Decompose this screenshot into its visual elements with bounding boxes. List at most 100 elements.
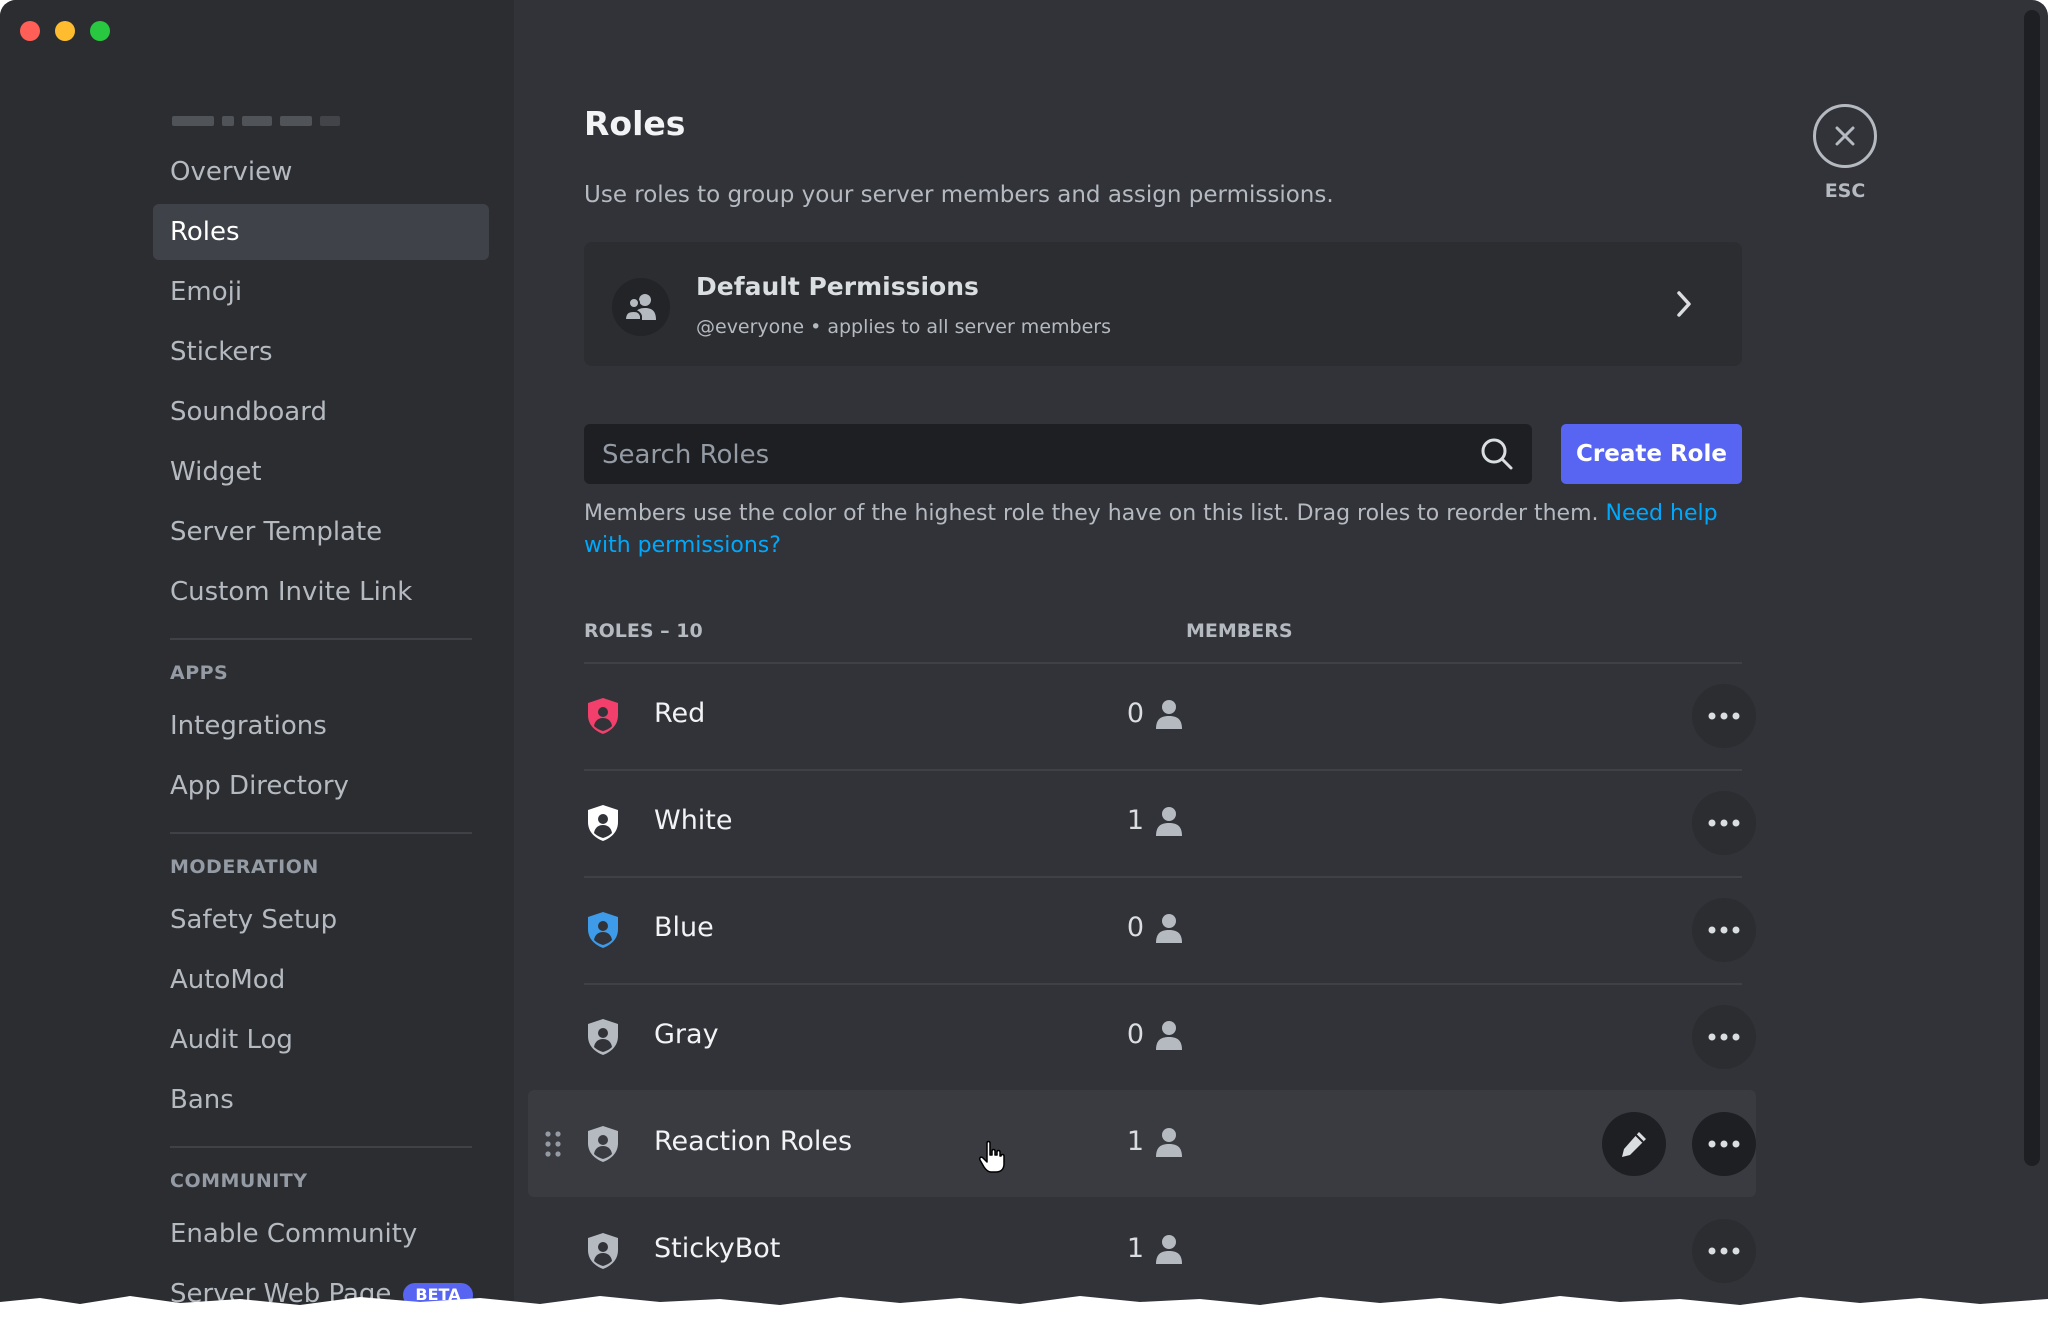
sidebar-item-audit-log[interactable]: Audit Log — [153, 1012, 489, 1068]
edit-role-button[interactable] — [1602, 1112, 1666, 1176]
sidebar-item-emoji[interactable]: Emoji — [153, 264, 489, 320]
nav-divider — [170, 1146, 472, 1148]
more-icon — [1708, 712, 1740, 720]
sidebar-item-server-template[interactable]: Server Template — [153, 504, 489, 560]
help-text: Members use the color of the highest rol… — [584, 498, 1744, 562]
help-text-body: Members use the color of the highest rol… — [584, 501, 1606, 526]
create-role-button[interactable]: Create Role — [1561, 424, 1742, 484]
server-name-redacted — [172, 116, 340, 126]
sidebar-item-safety-setup[interactable]: Safety Setup — [153, 892, 489, 948]
person-icon — [1156, 1128, 1182, 1157]
shield-icon — [588, 698, 618, 734]
member-count: 1 — [1126, 1233, 1144, 1264]
sidebar-item-automod[interactable]: AutoMod — [153, 952, 489, 1008]
role-row[interactable]: Gray 0 — [528, 983, 1756, 1090]
default-permissions-card[interactable]: Default Permissions @everyone • applies … — [584, 242, 1742, 366]
nav-header-moderation: MODERATION — [170, 856, 319, 878]
role-name: White — [654, 805, 733, 836]
role-row[interactable]: StickyBot 1 — [528, 1197, 1756, 1304]
members-column-header: MEMBERS — [1186, 620, 1293, 642]
sidebar-item-app-directory[interactable]: App Directory — [153, 758, 489, 814]
settings-nav: Overview Roles Emoji Stickers Soundboard… — [153, 144, 489, 1320]
sidebar-item-integrations[interactable]: Integrations — [153, 698, 489, 754]
role-name: StickyBot — [654, 1233, 781, 1264]
nav-divider — [170, 832, 472, 834]
page-description: Use roles to group your server members a… — [584, 182, 1334, 208]
sidebar-item-custom-invite-link[interactable]: Custom Invite Link — [153, 564, 489, 620]
role-name: Reaction Roles — [654, 1126, 853, 1157]
roles-list: Red 0 White 1 Blue 0 Gray 0 Reaction Rol… — [528, 662, 1756, 1304]
window-minimize-button[interactable] — [55, 21, 75, 41]
sidebar-item-stickers[interactable]: Stickers — [153, 324, 489, 380]
more-icon — [1708, 1033, 1740, 1041]
close-icon — [1835, 126, 1855, 146]
role-row[interactable]: Reaction Roles 1 — [528, 1090, 1756, 1197]
sidebar-item-enable-community[interactable]: Enable Community — [153, 1206, 489, 1262]
role-name: Gray — [654, 1019, 719, 1050]
hand-cursor-icon — [979, 1140, 1005, 1173]
search-icon[interactable] — [1480, 437, 1514, 471]
sidebar-item-widget[interactable]: Widget — [153, 444, 489, 500]
window-close-button[interactable] — [20, 21, 40, 41]
search-roles-box — [584, 424, 1532, 486]
shield-icon — [588, 912, 618, 948]
row-divider — [584, 662, 1742, 664]
close-settings[interactable]: ESC — [1810, 104, 1880, 202]
nav-section-server: Overview Roles Emoji Stickers Soundboard… — [153, 144, 489, 620]
role-name: Blue — [654, 912, 714, 943]
users-icon — [612, 278, 670, 336]
chevron-right-icon — [1677, 291, 1691, 317]
member-count: 0 — [1126, 698, 1144, 729]
sidebar-item-soundboard[interactable]: Soundboard — [153, 384, 489, 440]
person-icon — [1156, 1235, 1182, 1264]
torn-edge — [0, 1296, 2048, 1320]
page-title: Roles — [584, 104, 686, 143]
close-button[interactable] — [1813, 104, 1877, 168]
roles-column-header: ROLES – 10 — [584, 620, 703, 642]
more-icon — [1708, 926, 1740, 934]
window-maximize-button[interactable] — [90, 21, 110, 41]
sidebar-item-roles[interactable]: Roles — [153, 204, 489, 260]
nav-divider — [170, 638, 472, 640]
shield-icon — [588, 805, 618, 841]
person-icon — [1156, 914, 1182, 943]
sidebar-item-overview[interactable]: Overview — [153, 144, 489, 200]
settings-sidebar: Overview Roles Emoji Stickers Soundboard… — [0, 0, 514, 1320]
member-count: 1 — [1126, 1126, 1144, 1157]
role-row[interactable]: White 1 — [528, 769, 1756, 876]
person-icon — [1156, 700, 1182, 729]
more-options-button[interactable] — [1692, 1112, 1756, 1176]
row-divider — [584, 769, 1742, 771]
row-divider — [584, 876, 1742, 878]
more-options-button[interactable] — [1692, 1219, 1756, 1283]
row-divider — [584, 983, 1742, 985]
more-options-button[interactable] — [1692, 1005, 1756, 1069]
role-row[interactable]: Red 0 — [528, 662, 1756, 769]
member-count: 0 — [1126, 1019, 1144, 1050]
scrollbar[interactable] — [2024, 10, 2040, 1166]
roles-content: Roles Use roles to group your server mem… — [514, 0, 2048, 1320]
person-icon — [1156, 807, 1182, 836]
more-options-button[interactable] — [1692, 898, 1756, 962]
drag-handle-icon[interactable] — [544, 1130, 562, 1158]
more-options-button[interactable] — [1692, 684, 1756, 748]
esc-label: ESC — [1824, 180, 1866, 202]
settings-window: Overview Roles Emoji Stickers Soundboard… — [0, 0, 2048, 1320]
role-name: Red — [654, 698, 706, 729]
role-row[interactable]: Blue 0 — [528, 876, 1756, 983]
more-icon — [1708, 1247, 1740, 1255]
sidebar-item-bans[interactable]: Bans — [153, 1072, 489, 1128]
pencil-icon — [1622, 1132, 1646, 1157]
default-permissions-subtitle: @everyone • applies to all server member… — [696, 316, 1111, 338]
shield-icon — [588, 1233, 618, 1269]
more-options-button[interactable] — [1692, 791, 1756, 855]
search-input[interactable] — [600, 424, 1454, 486]
member-count: 1 — [1126, 805, 1144, 836]
nav-header-apps: APPS — [170, 662, 229, 684]
person-icon — [1156, 1021, 1182, 1050]
default-permissions-title: Default Permissions — [696, 272, 979, 301]
more-icon — [1708, 819, 1740, 827]
member-count: 0 — [1126, 912, 1144, 943]
nav-header-community: COMMUNITY — [170, 1170, 308, 1192]
more-icon — [1708, 1140, 1740, 1148]
